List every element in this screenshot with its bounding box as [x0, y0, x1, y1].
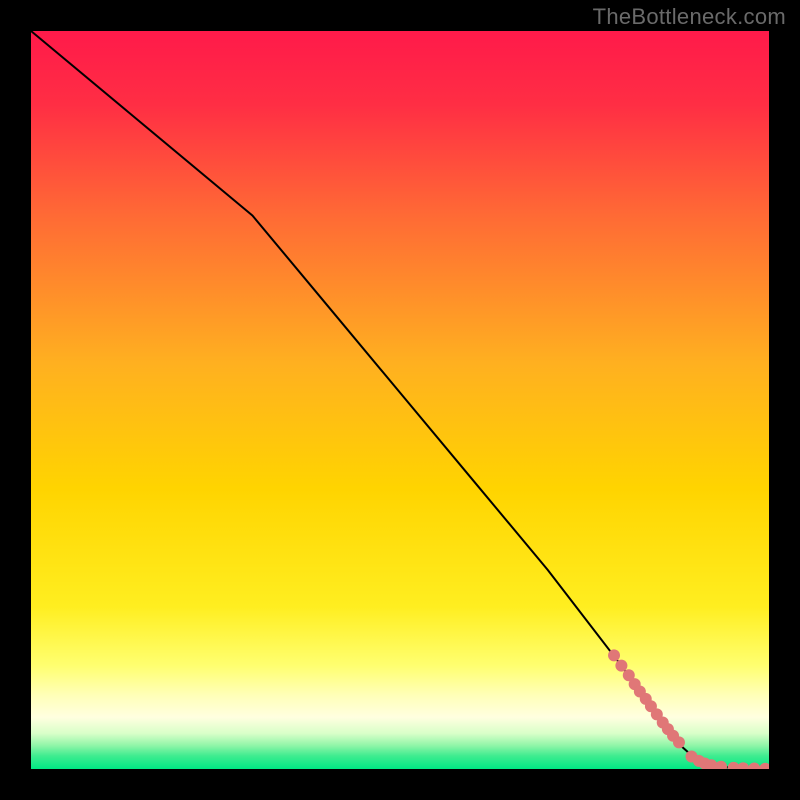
watermark-text: TheBottleneck.com	[593, 4, 786, 30]
chart-frame: TheBottleneck.com	[0, 0, 800, 800]
gradient-background	[31, 31, 769, 769]
plot-area	[31, 31, 769, 769]
